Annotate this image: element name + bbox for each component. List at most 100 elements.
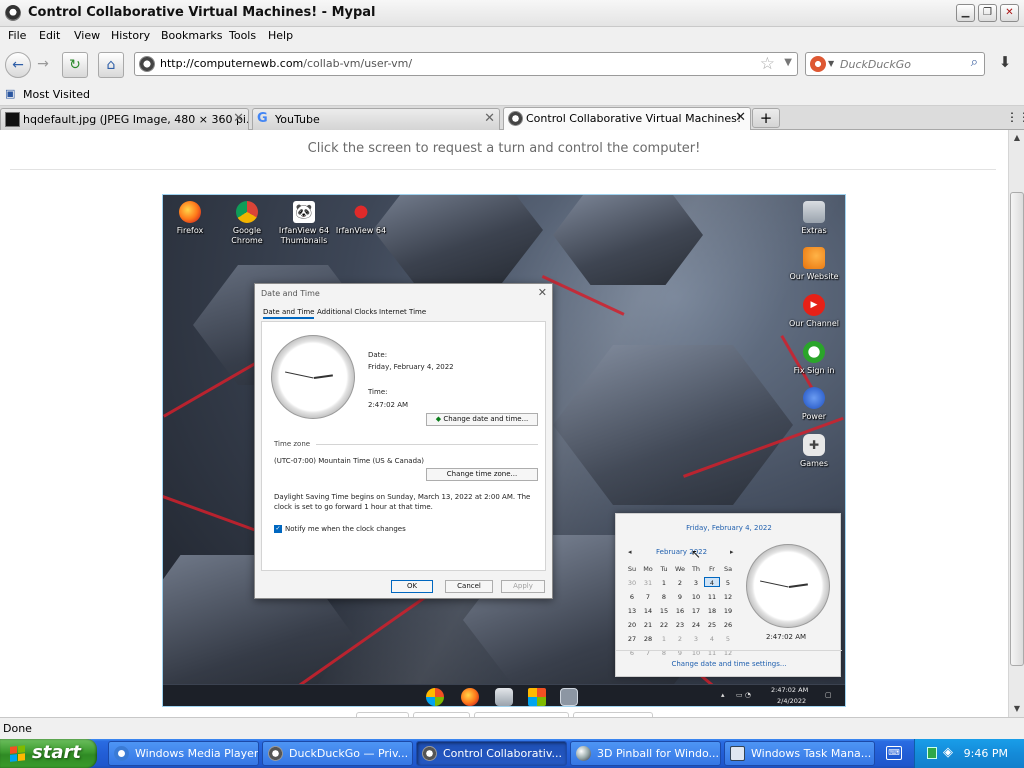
vm-tray-network-icon[interactable]: ▭ ◔ xyxy=(736,691,751,699)
home-button[interactable]: ⌂ xyxy=(98,52,124,78)
vm-notification-icon[interactable]: ▢ xyxy=(825,691,832,699)
tab-youtube[interactable]: G YouTube ✕ xyxy=(252,108,500,130)
forward-button[interactable]: → xyxy=(32,52,54,78)
vm-start-icon[interactable] xyxy=(426,688,444,706)
window-titlebar[interactable]: Control Collaborative Virtual Machines! … xyxy=(0,0,1024,27)
calendar-day[interactable]: 19 xyxy=(720,606,736,616)
volume-tray-icon[interactable]: ◈ xyxy=(943,745,953,760)
scrollbar-thumb[interactable] xyxy=(1010,192,1024,666)
close-button[interactable]: ✕ xyxy=(1000,4,1019,22)
vm-tray-date[interactable]: 2/4/2022 xyxy=(777,697,806,705)
desktop-icon-our-website[interactable]: Our Website xyxy=(786,247,842,282)
minimize-button[interactable]: ▁ xyxy=(956,4,975,22)
tab-close-icon[interactable]: ✕ xyxy=(735,110,746,125)
calendar-flyout[interactable]: Friday, February 4, 2022 ◂ February 2022… xyxy=(615,513,842,677)
tab-collabvm[interactable]: Control Collaborative Virtual Machines! … xyxy=(503,107,751,130)
search-bar[interactable]: ▼ DuckDuckGo ⌕ xyxy=(805,52,985,76)
cancel-button[interactable]: Cancel xyxy=(445,580,493,593)
change-date-time-button[interactable]: ◆ Change date and time... xyxy=(426,413,538,426)
calendar-day[interactable]: 8 xyxy=(656,592,672,602)
start-button[interactable]: start xyxy=(0,739,97,768)
calendar-day[interactable]: 21 xyxy=(640,620,656,630)
search-icon[interactable]: ⌕ xyxy=(971,55,978,70)
task-control-collaborative[interactable]: Control Collaborativ... xyxy=(416,741,567,766)
vm-screen[interactable]: Firefox Google Chrome 🐼 IrfanView 64 Thu… xyxy=(162,194,846,707)
calendar-day[interactable]: 13 xyxy=(624,606,640,616)
desktop-icon-chrome[interactable]: Google Chrome xyxy=(219,201,275,246)
url-bar[interactable]: http://computernewb.com/collab-vm/user-v… xyxy=(134,52,798,76)
calendar-day[interactable]: 23 xyxy=(672,620,688,630)
calendar-day[interactable]: 12 xyxy=(720,592,736,602)
maximize-button[interactable]: ❐ xyxy=(978,4,997,22)
tab-internet-time[interactable]: Internet Time xyxy=(379,308,426,316)
back-button[interactable]: ← xyxy=(5,52,31,78)
calendar-day[interactable]: 22 xyxy=(656,620,672,630)
vm-file-explorer-icon[interactable] xyxy=(495,688,513,706)
ok-button[interactable]: OK xyxy=(391,580,433,593)
calendar-day[interactable]: 5 xyxy=(720,634,736,644)
menu-edit[interactable]: Edit xyxy=(39,29,60,42)
taskbar-clock[interactable]: 9:46 PM xyxy=(964,747,1008,760)
scroll-down-icon[interactable]: ▼ xyxy=(1009,701,1024,717)
task-windows-task-manager[interactable]: Windows Task Mana... xyxy=(724,741,875,766)
tab-close-icon[interactable]: ✕ xyxy=(233,111,244,126)
menu-bookmarks[interactable]: Bookmarks xyxy=(161,29,222,42)
calendar-day[interactable]: 10 xyxy=(688,592,704,602)
calendar-day[interactable]: 17 xyxy=(688,606,704,616)
calendar-day[interactable]: 9 xyxy=(672,592,688,602)
tab-hqdefault[interactable]: hqdefault.jpg (JPEG Image, 480 × 360 pi.… xyxy=(0,108,249,130)
calendar-day[interactable]: 2 xyxy=(672,578,688,588)
calendar-day[interactable]: 26 xyxy=(720,620,736,630)
calendar-day[interactable]: 4 xyxy=(704,634,720,644)
task-windows-media-player[interactable]: Windows Media Player xyxy=(108,741,259,766)
calendar-day[interactable]: 31 xyxy=(640,578,656,588)
tab-date-and-time[interactable]: Date and Time xyxy=(263,308,315,319)
dialog-close-icon[interactable]: ✕ xyxy=(538,286,547,299)
desktop-icon-power[interactable]: Power xyxy=(786,387,842,422)
url-dropdown-icon[interactable]: ▼ xyxy=(784,57,792,68)
calendar-day[interactable]: 3 xyxy=(688,634,704,644)
calendar-day[interactable]: 15 xyxy=(656,606,672,616)
date-and-time-dialog[interactable]: Date and Time ✕ Date and Time Additional… xyxy=(254,283,553,599)
calendar-day[interactable]: 30 xyxy=(624,578,640,588)
duckduckgo-engine-icon[interactable] xyxy=(810,56,826,72)
calendar-day[interactable]: 1 xyxy=(656,634,672,644)
tab-additional-clocks[interactable]: Additional Clocks xyxy=(317,308,377,316)
calendar-day[interactable]: 16 xyxy=(672,606,688,616)
calendar-day[interactable]: 27 xyxy=(624,634,640,644)
apply-button[interactable]: Apply xyxy=(501,580,545,593)
calendar-day[interactable]: 7 xyxy=(640,592,656,602)
calendar-date-header[interactable]: Friday, February 4, 2022 xyxy=(616,524,842,532)
desktop-icon-extras[interactable]: Extras xyxy=(786,201,842,236)
prev-month-icon[interactable]: ◂ xyxy=(628,548,632,556)
menu-tools[interactable]: Tools xyxy=(229,29,256,42)
scroll-up-icon[interactable]: ▲ xyxy=(1009,130,1024,146)
new-tab-button[interactable]: + xyxy=(752,108,780,128)
task-duckduckgo[interactable]: DuckDuckGo — Priv... xyxy=(262,741,413,766)
page-scrollbar[interactable]: ▲ ▼ xyxy=(1008,130,1024,717)
most-visited-bookmark[interactable]: Most Visited xyxy=(23,88,90,101)
change-date-time-settings-link[interactable]: Change date and time settings... xyxy=(616,660,842,668)
vm-tray-time[interactable]: 2:47:02 AM xyxy=(771,686,808,694)
desktop-icon-irfanview-thumbnails[interactable]: 🐼 IrfanView 64 Thumbnails xyxy=(276,201,332,246)
list-all-tabs-icon[interactable]: ⋮⋮ xyxy=(1006,110,1024,124)
menu-history[interactable]: History xyxy=(111,29,150,42)
change-time-zone-button[interactable]: Change time zone... xyxy=(426,468,538,481)
calendar-day[interactable]: 14 xyxy=(640,606,656,616)
desktop-icon-irfanview[interactable]: IrfanView 64 xyxy=(333,201,389,236)
notify-checkbox[interactable]: ✓ xyxy=(274,525,282,533)
desktop-icon-firefox[interactable]: Firefox xyxy=(163,201,218,236)
task-3d-pinball[interactable]: 3D Pinball for Windo... xyxy=(570,741,721,766)
desktop-icon-games[interactable]: ✚ Games xyxy=(786,434,842,469)
calendar-day[interactable]: 5 xyxy=(720,578,736,588)
reload-button[interactable]: ↻ xyxy=(62,52,88,78)
calendar-day[interactable]: 11 xyxy=(704,592,720,602)
vm-firefox-icon[interactable] xyxy=(461,688,479,706)
site-identity-icon[interactable] xyxy=(139,56,155,72)
download-icon[interactable]: ⬇ xyxy=(992,53,1018,75)
desktop-icon-our-channel[interactable]: ▶ Our Channel xyxy=(786,294,842,329)
calendar-day[interactable]: 3 xyxy=(688,578,704,588)
calendar-day[interactable]: 2 xyxy=(672,634,688,644)
engine-dropdown-icon[interactable]: ▼ xyxy=(828,59,834,68)
desktop-icon-fix-sign-in[interactable]: Fix Sign in xyxy=(786,341,842,376)
